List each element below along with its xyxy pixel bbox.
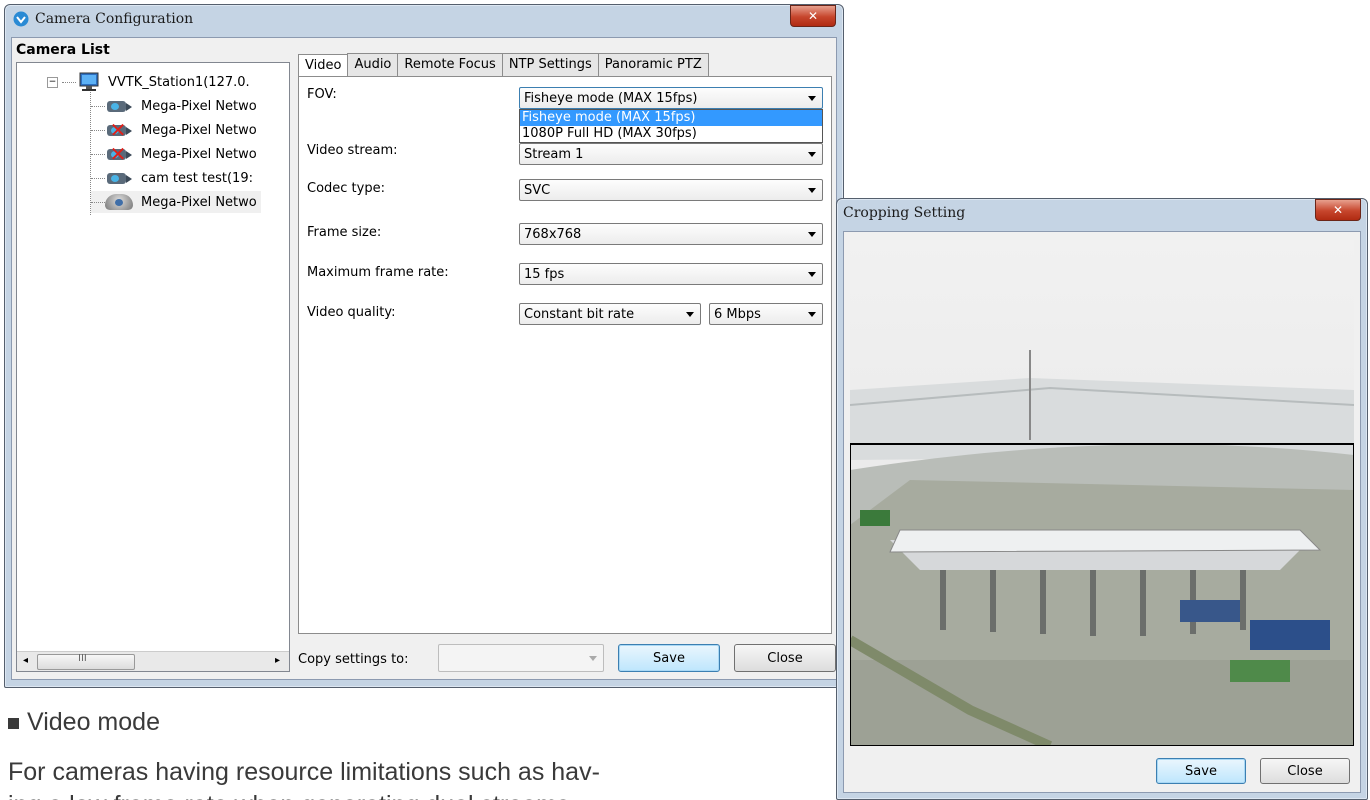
tree-dots xyxy=(91,201,105,203)
codec-type-select[interactable]: SVC xyxy=(519,179,823,201)
grip-icon: III xyxy=(78,653,87,664)
camera-preview-image[interactable] xyxy=(850,240,1354,746)
tab-ntp-settings[interactable]: NTP Settings xyxy=(501,53,599,76)
settings-tabs: Video Audio Remote Focus NTP Settings Pa… xyxy=(298,53,709,77)
close-icon: ✕ xyxy=(807,9,819,23)
section-heading: Video mode xyxy=(8,708,160,737)
close-window-button[interactable]: ✕ xyxy=(1315,199,1361,221)
chevron-down-icon xyxy=(686,312,694,317)
tree-dots xyxy=(91,129,105,131)
max-frame-rate-select[interactable]: 15 fps xyxy=(519,263,823,285)
camera-label: Mega-Pixel Netwo xyxy=(141,146,257,162)
tab-panoramic-ptz[interactable]: Panoramic PTZ xyxy=(597,53,709,76)
body-line-2: ing a low frame rate when generating dua… xyxy=(8,791,832,800)
tab-video[interactable]: Video xyxy=(298,54,349,77)
video-stream-select[interactable]: Stream 1 xyxy=(519,143,823,165)
tree-camera-1[interactable]: Mega-Pixel Netwo xyxy=(91,95,257,117)
fov-select[interactable]: Fisheye mode (MAX 15fps) xyxy=(519,87,823,109)
scrollbar-thumb[interactable]: III xyxy=(37,653,135,670)
close-icon: ✕ xyxy=(1332,203,1344,217)
codec-type-label: Codec type: xyxy=(307,181,385,196)
horizontal-scrollbar[interactable]: ◂ III ▸ xyxy=(17,651,289,671)
chevron-down-icon xyxy=(808,272,816,277)
chevron-down-icon xyxy=(589,656,597,661)
fov-dropdown-list: Fisheye mode (MAX 15fps) 1080P Full HD (… xyxy=(519,109,823,143)
fov-option-fisheye[interactable]: Fisheye mode (MAX 15fps) xyxy=(520,110,822,126)
video-tab-panel: FOV: Video stream: Stream 1 Codec type: … xyxy=(298,76,832,634)
tree-camera-5[interactable]: Mega-Pixel Netwo xyxy=(91,191,261,213)
tree-camera-2[interactable]: ✕ Mega-Pixel Netwo xyxy=(91,119,257,141)
camera-disconnected-icon: ✕ xyxy=(105,144,135,164)
fov-label: FOV: xyxy=(307,87,337,102)
close-window-button[interactable]: ✕ xyxy=(790,5,836,27)
chevron-down-icon xyxy=(808,188,816,193)
camera-label: cam test test(19: xyxy=(141,170,253,186)
section-heading-text: Video mode xyxy=(27,708,160,736)
camera-icon xyxy=(105,98,135,114)
computer-icon xyxy=(79,72,99,91)
window-title: Cropping Setting xyxy=(843,205,966,221)
chevron-down-icon xyxy=(808,152,816,157)
tree-dots xyxy=(91,105,105,107)
frame-size-value: 768x768 xyxy=(524,226,582,242)
body-line-1: For cameras having resource limitations … xyxy=(8,758,600,786)
video-quality-label: Video quality: xyxy=(307,305,396,320)
bitrate-select[interactable]: 6 Mbps xyxy=(709,303,823,325)
tab-audio[interactable]: Audio xyxy=(347,53,399,76)
camera-preview-scene xyxy=(850,240,1354,746)
dome-camera-icon xyxy=(105,194,135,210)
tree-dots xyxy=(91,177,105,179)
title-bar: Cropping Setting xyxy=(837,199,1367,227)
video-quality-select[interactable]: Constant bit rate xyxy=(519,303,701,325)
copy-settings-label: Copy settings to: xyxy=(298,652,409,667)
chevron-down-icon xyxy=(808,232,816,237)
camera-label: Mega-Pixel Netwo xyxy=(141,122,257,138)
video-stream-label: Video stream: xyxy=(307,143,398,158)
tree-camera-4[interactable]: cam test test(19: xyxy=(91,167,253,189)
scroll-left-icon[interactable]: ◂ xyxy=(23,655,28,666)
chevron-down-icon xyxy=(808,312,816,317)
fov-value: Fisheye mode (MAX 15fps) xyxy=(524,90,698,106)
save-button[interactable]: Save xyxy=(618,644,720,672)
close-button[interactable]: Close xyxy=(734,644,836,672)
crop-save-button[interactable]: Save xyxy=(1156,758,1246,784)
camera-label: Mega-Pixel Netwo xyxy=(141,98,257,114)
app-logo-icon xyxy=(13,11,29,27)
camera-tree[interactable]: − VVTK_Station1(127.0. Mega-Pixel Netwo … xyxy=(16,62,290,672)
tree-station[interactable]: − VVTK_Station1(127.0. xyxy=(47,71,250,93)
video-stream-value: Stream 1 xyxy=(524,146,584,162)
title-bar: Camera Configuration xyxy=(5,5,843,33)
tree-dots xyxy=(62,81,76,83)
max-frame-rate-value: 15 fps xyxy=(524,266,565,282)
scroll-right-icon[interactable]: ▸ xyxy=(275,655,280,666)
tree-camera-3[interactable]: ✕ Mega-Pixel Netwo xyxy=(91,143,257,165)
max-frame-rate-label: Maximum frame rate: xyxy=(307,265,449,280)
bitrate-value: 6 Mbps xyxy=(714,306,761,322)
bullet-square-icon xyxy=(8,717,19,729)
window-client-area: Camera List − VVTK_Station1(127.0. Mega-… xyxy=(11,37,837,680)
camera-list-label: Camera List xyxy=(16,42,110,58)
fov-option-1080p[interactable]: 1080P Full HD (MAX 30fps) xyxy=(520,126,822,142)
frame-size-select[interactable]: 768x768 xyxy=(519,223,823,245)
crop-close-button[interactable]: Close xyxy=(1260,758,1350,784)
body-text: For cameras having resource limitations … xyxy=(8,758,832,800)
tab-remote-focus[interactable]: Remote Focus xyxy=(397,53,503,76)
camera-configuration-window: Camera Configuration ✕ Camera List − VVT… xyxy=(4,4,844,688)
cropping-setting-window: Cropping Setting ✕ Save Close xyxy=(836,198,1368,800)
copy-settings-select[interactable] xyxy=(438,644,604,672)
chevron-down-icon xyxy=(808,96,816,101)
window-title: Camera Configuration xyxy=(35,11,194,27)
station-label: VVTK_Station1(127.0. xyxy=(108,74,250,90)
camera-disconnected-icon: ✕ xyxy=(105,120,135,140)
codec-type-value: SVC xyxy=(524,182,551,198)
camera-icon xyxy=(105,170,135,186)
video-quality-value: Constant bit rate xyxy=(524,306,635,322)
camera-label: Mega-Pixel Netwo xyxy=(141,194,257,210)
collapse-icon[interactable]: − xyxy=(47,76,58,88)
tree-dots xyxy=(91,153,105,155)
window-client-area: Save Close xyxy=(843,231,1361,793)
frame-size-label: Frame size: xyxy=(307,225,382,240)
